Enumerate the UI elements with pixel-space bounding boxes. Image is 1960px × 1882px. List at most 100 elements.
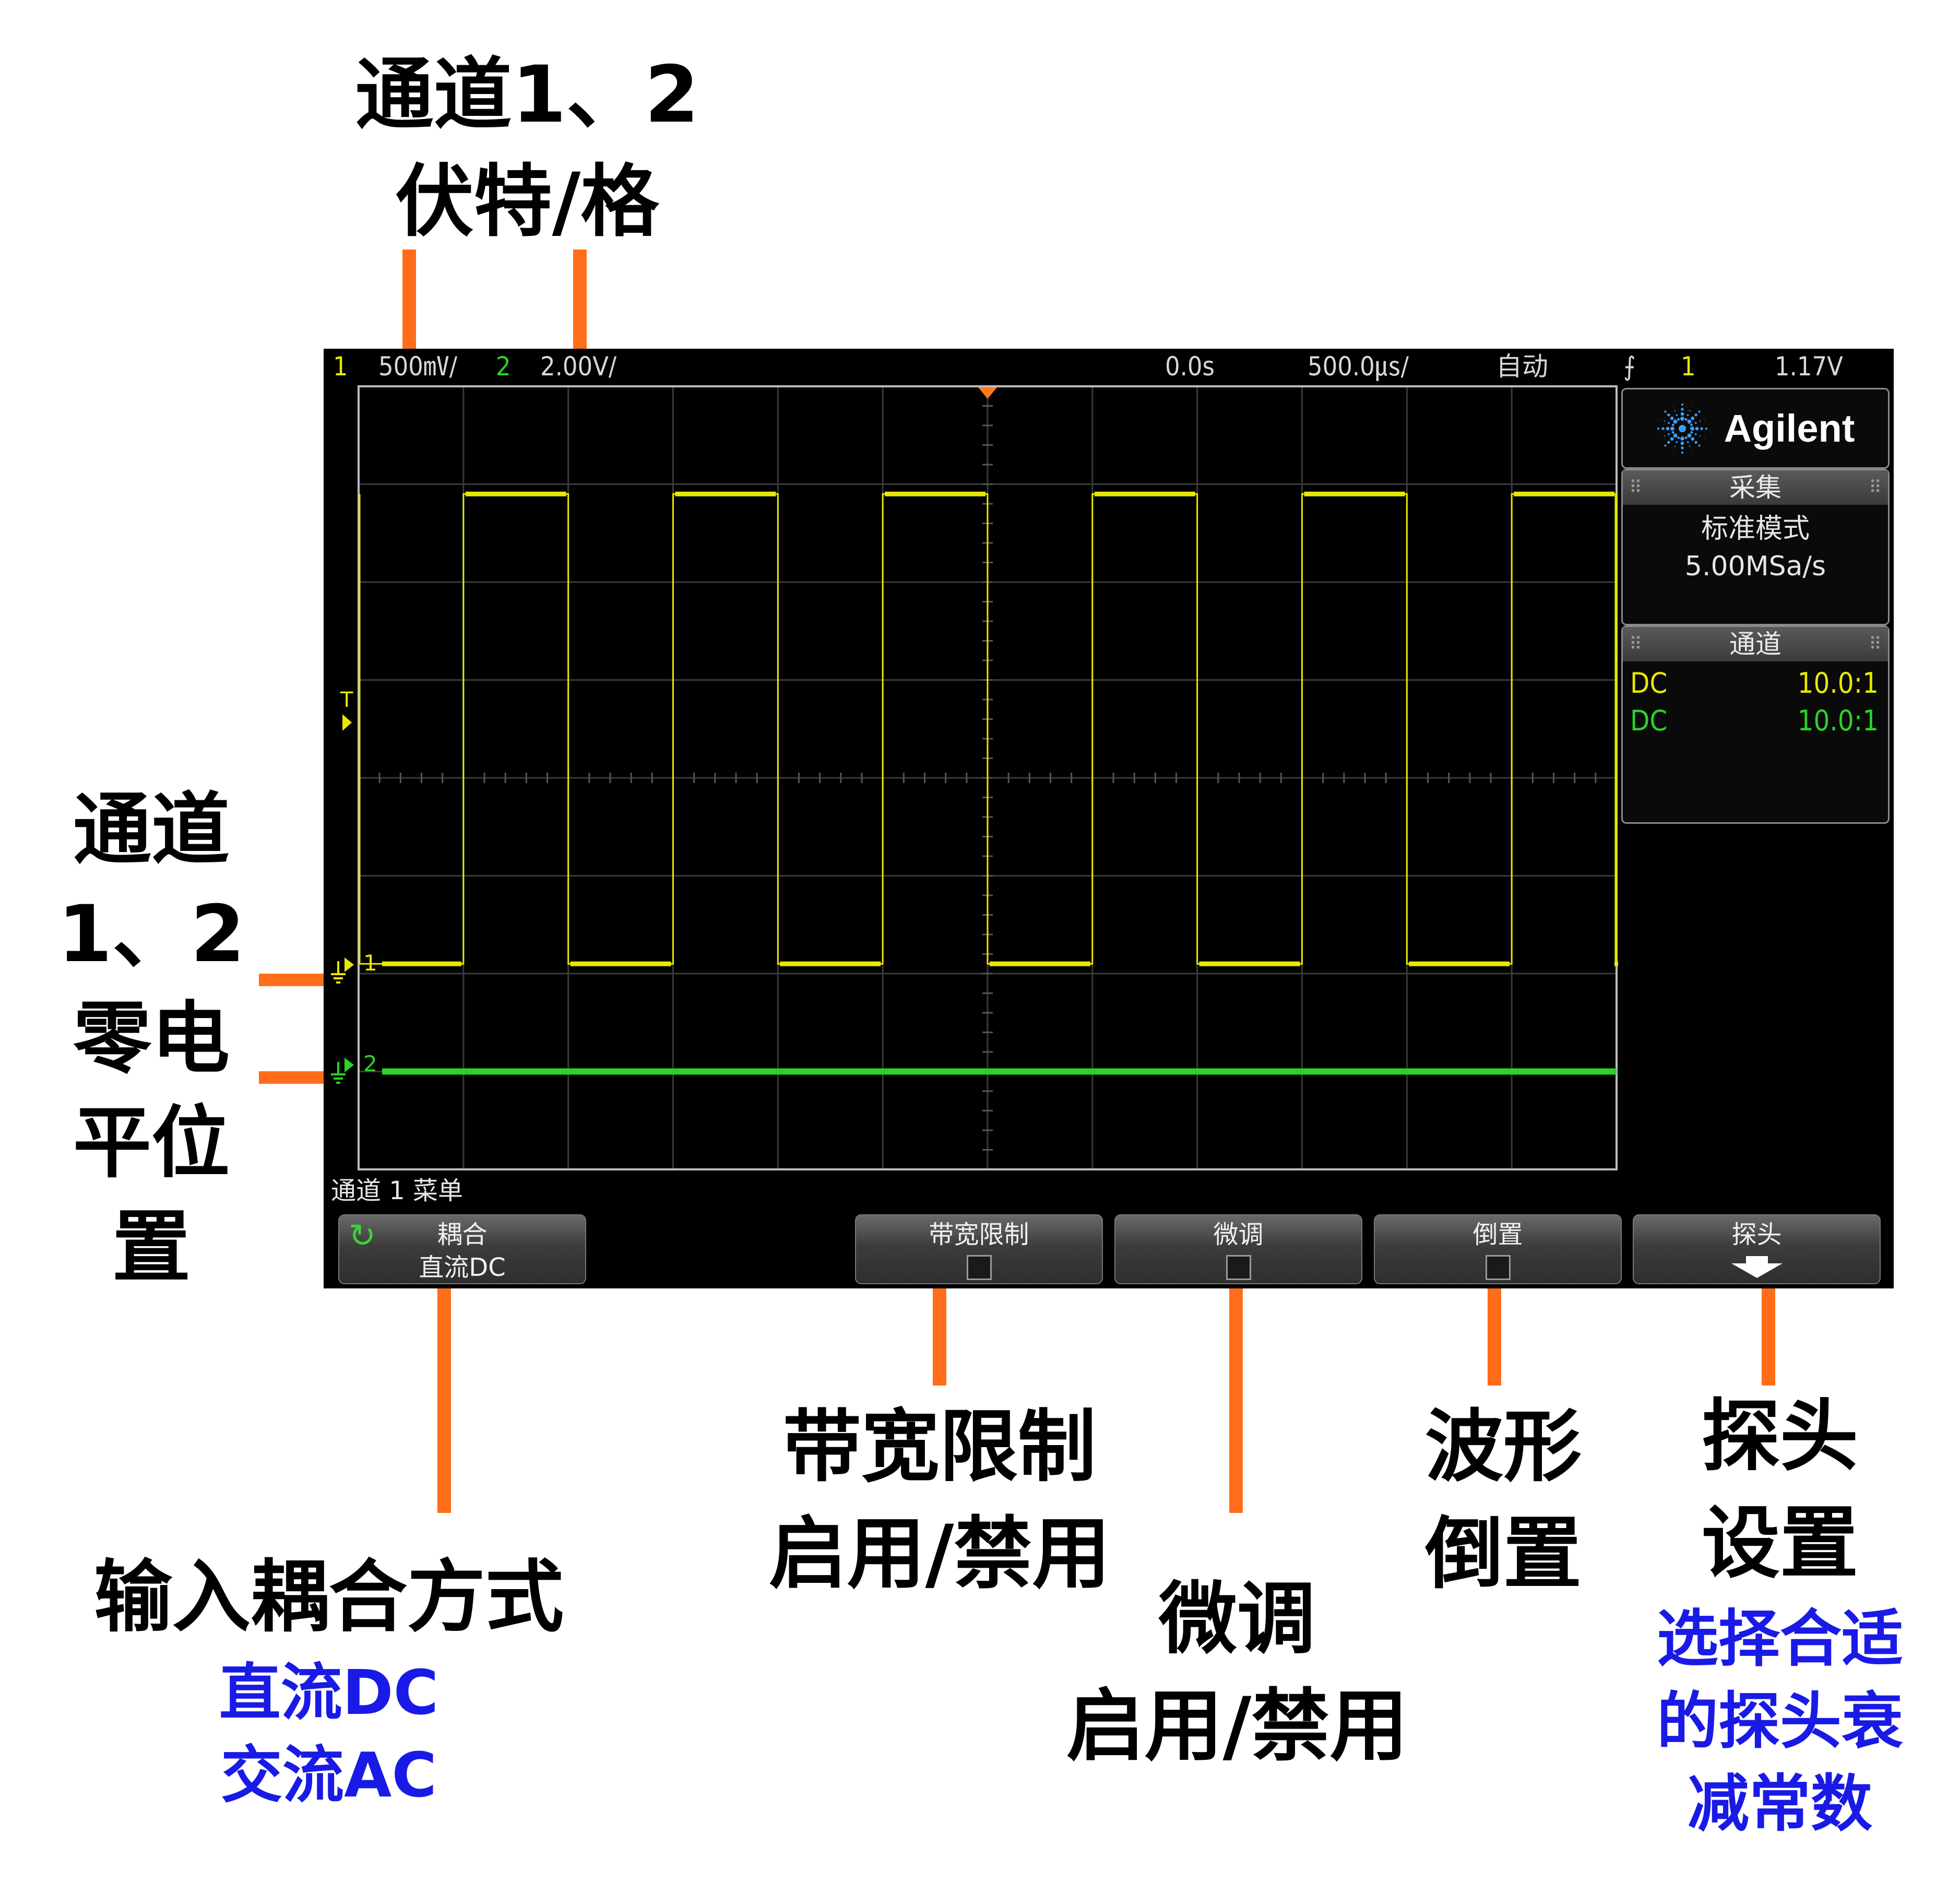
annotation-leader (1488, 1288, 1501, 1386)
ch2-number[interactable]: 2 (496, 349, 511, 384)
vernier-checkbox[interactable] (1226, 1255, 1251, 1280)
annotation-text: 交流AC (221, 1739, 437, 1811)
annotation-leader (1229, 1288, 1243, 1513)
status-bar: 1 500㎷/ 2 2.00V/ 0.0s 500.0㎲/ 自动 ⨍ 1 1.1… (324, 349, 1894, 384)
annotation-leader (1762, 1288, 1775, 1386)
logo-dot (1690, 431, 1693, 434)
rotate-knob-icon: ↻ (349, 1216, 376, 1254)
time-scale[interactable]: 500.0㎲/ (1308, 349, 1409, 384)
sample-rate: 5.00MSa/s (1684, 551, 1826, 582)
grip-icon: ⠿ (1869, 477, 1882, 498)
logo-dot (1689, 445, 1690, 447)
annotation-leader (259, 1071, 324, 1084)
logo-dot (1673, 419, 1678, 423)
annotation-text: 1、2 (57, 889, 245, 980)
annotation-leader (259, 974, 324, 986)
annotation-text: 通道 (73, 785, 230, 875)
annotation-leader (573, 250, 587, 349)
logo-core (1678, 424, 1686, 432)
logo-dot (1704, 437, 1705, 438)
logo-dot (1700, 427, 1703, 430)
vernier-softkey[interactable]: 微调 (1114, 1214, 1362, 1284)
probe-label: 探头 (1731, 1220, 1782, 1249)
logo-dot (1684, 436, 1688, 439)
annotation-text: 置 (112, 1202, 191, 1293)
bandwidth-limit-softkey[interactable]: 带宽限制 (855, 1214, 1103, 1284)
channel-row-1: DC 10.0:1 (1623, 665, 1888, 702)
annotation-text: 直流DC (219, 1656, 439, 1729)
vernier-label: 微调 (1213, 1220, 1264, 1249)
logo-dot (1667, 413, 1670, 417)
grip-icon: ⠿ (1629, 634, 1642, 655)
logo-dot (1676, 441, 1678, 443)
probe-annotation: 探头 设置 选择合适 的探头衰 减常数 (1644, 1383, 1916, 1845)
logo-dot (1677, 418, 1680, 421)
annotation-text: 零电 (73, 993, 230, 1084)
ch1-scale[interactable]: 500㎷/ (378, 349, 457, 384)
logo-dot (1680, 412, 1684, 416)
logo-dot (1676, 413, 1678, 416)
coupling-label: 耦合 (437, 1220, 488, 1249)
logo-dot (1684, 418, 1688, 421)
annotation-text: 输入耦合方式 (93, 1552, 564, 1643)
logo-dot (1674, 410, 1676, 411)
logo-dot (1680, 436, 1684, 441)
annotation-leader (402, 250, 416, 349)
logo-dot (1690, 423, 1693, 426)
ch1-marker-label: 1 (363, 950, 377, 976)
logo-dot (1699, 420, 1701, 422)
acquisition-box: ⠿ 采集 ⠿ 标准模式 5.00MSa/s (1621, 469, 1890, 625)
logo-dot (1681, 403, 1683, 406)
coupling-softkey[interactable]: ↻ 耦合 直流DC (338, 1214, 586, 1284)
annotation-text: 平位 (73, 1098, 230, 1189)
invert-softkey[interactable]: 倒置 (1374, 1214, 1622, 1284)
ch2-scale[interactable]: 2.00V/ (540, 349, 616, 384)
volts-per-div-annotation: 通道1、2 伏特/格 (292, 42, 762, 256)
channel-box: ⠿ 通道 ⠿ DC 10.0:1 DC 10.0:1 (1621, 625, 1890, 824)
annotation-text: 选择合适 (1656, 1603, 1903, 1675)
invert-checkbox[interactable] (1485, 1255, 1511, 1280)
logo-dot (1670, 416, 1674, 420)
acquisition-header-label: 采集 (1729, 472, 1781, 503)
logo-dot (1666, 427, 1669, 430)
ch1-number[interactable]: 1 (333, 349, 348, 384)
annotation-leader (933, 1288, 946, 1386)
logo-dot (1686, 413, 1689, 416)
bandwidth-limit-checkbox[interactable] (966, 1255, 992, 1280)
logo-dot (1705, 427, 1707, 430)
logo-dot (1680, 441, 1684, 445)
trigger-level-label: T (340, 688, 353, 712)
logo-dot (1674, 445, 1676, 447)
logo-dot (1691, 436, 1694, 441)
annotation-text: 启用/禁用 (1066, 1681, 1408, 1772)
invert-annotation: 波形 倒置 (1373, 1394, 1634, 1608)
logo-dot (1680, 446, 1684, 449)
brand-box: Agilent (1621, 388, 1890, 469)
trigger-level[interactable]: 1.17V (1775, 349, 1843, 384)
annotation-text: 通道1、2 (355, 50, 699, 140)
agilent-spark-logo-icon (1657, 403, 1707, 454)
annotation-text: 探头 (1701, 1391, 1858, 1482)
trigger-source[interactable]: 1 (1681, 349, 1696, 384)
annotation-text: 设置 (1701, 1498, 1858, 1589)
rising-edge-icon: ⨍ (1623, 351, 1636, 382)
logo-dot (1667, 421, 1670, 424)
logo-dot (1671, 423, 1674, 426)
logo-dot (1694, 433, 1697, 435)
time-delay[interactable]: 0.0s (1165, 349, 1215, 384)
trigger-mode[interactable]: 自动 (1496, 349, 1548, 384)
logo-dot (1694, 440, 1697, 444)
logo-dot (1698, 444, 1701, 447)
logo-dot (1670, 426, 1674, 431)
logo-dot (1671, 431, 1674, 434)
annotation-text: 减常数 (1687, 1768, 1872, 1840)
logo-dot (1667, 440, 1670, 444)
logo-dot (1690, 426, 1694, 431)
zero-level-annotation: 通道 1、2 零电 平位 置 (21, 778, 282, 1300)
probe-softkey[interactable]: 探头 (1633, 1214, 1881, 1284)
ch1-coupling: DC (1630, 667, 1668, 700)
ch2-marker-label: 2 (363, 1051, 377, 1076)
logo-dot (1680, 416, 1684, 421)
logo-dot (1673, 433, 1678, 437)
waveform-graticule: T 1 2 (324, 384, 1618, 1173)
